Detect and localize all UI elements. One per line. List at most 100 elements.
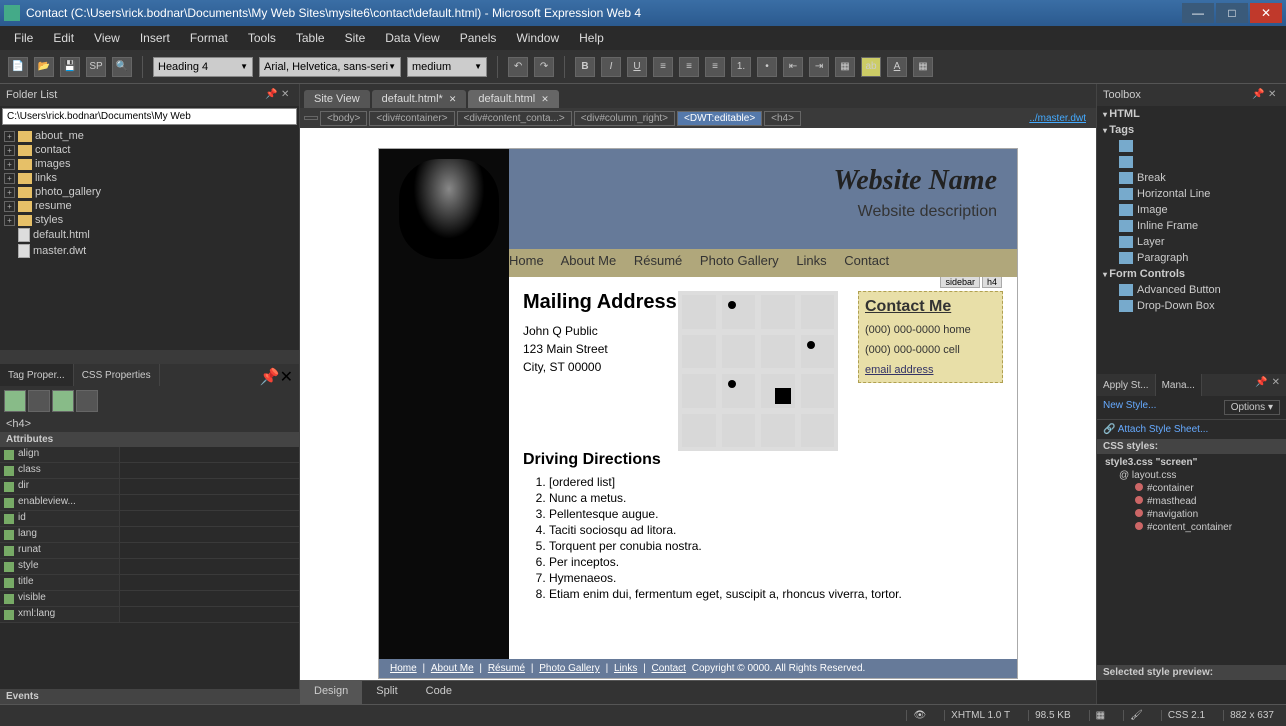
list-item[interactable]: Taciti sociosqu ad litora.: [549, 523, 1003, 537]
highlight-icon[interactable]: ab: [861, 57, 881, 77]
menu-help[interactable]: Help: [571, 28, 612, 48]
design-tab[interactable]: Design: [300, 681, 362, 704]
sidebar-tag-label[interactable]: sidebar: [940, 277, 980, 288]
toolbox-section[interactable]: HTML: [1097, 106, 1286, 122]
list-item[interactable]: Per inceptos.: [549, 555, 1003, 569]
options-button[interactable]: Options ▾: [1224, 400, 1280, 415]
attr-row[interactable]: runat: [0, 543, 299, 559]
style-item[interactable]: #masthead: [1101, 495, 1282, 508]
tree-item[interactable]: master.dwt: [4, 243, 295, 259]
show-set-icon[interactable]: [52, 390, 74, 412]
tab-default-html-1[interactable]: default.html*✕: [372, 90, 467, 108]
tree-item[interactable]: default.html: [4, 227, 295, 243]
attr-row[interactable]: dir: [0, 479, 299, 495]
table-icon[interactable]: ▦: [913, 57, 933, 77]
bc-column[interactable]: <div#column_right>: [574, 111, 675, 126]
attributes-grid[interactable]: alignclassdirenableview...idlangrunatsty…: [0, 447, 299, 689]
status-mode-icon[interactable]: ▦: [1089, 710, 1111, 721]
toolbox-item[interactable]: Advanced Button: [1097, 282, 1286, 298]
maximize-button[interactable]: □: [1216, 3, 1248, 23]
borders-icon[interactable]: ▦: [835, 57, 855, 77]
status-doctype[interactable]: XHTML 1.0 T: [944, 710, 1016, 721]
sidebar-phone-home[interactable]: (000) 000-0000 home: [865, 324, 996, 336]
footer-gallery[interactable]: Photo Gallery: [539, 663, 600, 674]
design-surface[interactable]: Website Name Website description Home Ab…: [300, 128, 1096, 680]
tab-css-properties[interactable]: CSS Properties: [74, 364, 160, 386]
underline-icon[interactable]: U: [627, 57, 647, 77]
list-item[interactable]: Etiam enim dui, fermentum eget, suscipit…: [549, 587, 1003, 601]
toolbox-item[interactable]: Horizontal Line: [1097, 186, 1286, 202]
indent-icon[interactable]: ⇥: [809, 57, 829, 77]
tab-manage-styles[interactable]: Mana...: [1156, 374, 1202, 396]
nav-about[interactable]: About Me: [561, 253, 617, 268]
attr-row[interactable]: lang: [0, 527, 299, 543]
sp-icon[interactable]: SP: [86, 57, 106, 77]
toolbox-item[interactable]: Inline Frame: [1097, 218, 1286, 234]
events-icon[interactable]: [76, 390, 98, 412]
footer-resume[interactable]: Résumé: [488, 663, 525, 674]
toolbox-item[interactable]: Drop-Down Box: [1097, 298, 1286, 314]
footer-home[interactable]: Home: [390, 663, 417, 674]
folder-tree[interactable]: +about_me+contact+images+links+photo_gal…: [0, 127, 299, 350]
outdent-icon[interactable]: ⇤: [783, 57, 803, 77]
new-icon[interactable]: 📄: [8, 57, 28, 77]
font-select[interactable]: Arial, Helvetica, sans-seri▼: [259, 57, 401, 77]
list-item[interactable]: Torquent per conubia nostra.: [549, 539, 1003, 553]
scrollbar-horizontal[interactable]: [0, 350, 299, 364]
sidebar-editable[interactable]: sidebarh4 Contact Me (000) 000-0000 home…: [858, 291, 1003, 383]
style-select[interactable]: Heading 4▼: [153, 57, 253, 77]
toolbox-item[interactable]: Layer: [1097, 234, 1286, 250]
close-panel-icon[interactable]: ✕: [281, 89, 293, 101]
close-panel-icon[interactable]: ✕: [1272, 377, 1280, 393]
bc-h4[interactable]: <h4>: [764, 111, 801, 126]
attr-row[interactable]: visible: [0, 591, 299, 607]
attach-stylesheet-link[interactable]: 🔗 Attach Style Sheet...: [1097, 420, 1286, 439]
list-item[interactable]: Hymenaeos.: [549, 571, 1003, 585]
footer-links[interactable]: Links: [614, 663, 637, 674]
code-tab[interactable]: Code: [412, 681, 466, 704]
menu-panels[interactable]: Panels: [452, 28, 505, 48]
menu-tools[interactable]: Tools: [240, 28, 284, 48]
tree-item[interactable]: +contact: [4, 143, 295, 157]
toolbox-section[interactable]: Form Controls: [1097, 266, 1286, 282]
bc-root[interactable]: [304, 116, 318, 120]
nav-resume[interactable]: Résumé: [634, 253, 682, 268]
align-right-icon[interactable]: ≡: [705, 57, 725, 77]
tree-item[interactable]: +about_me: [4, 129, 295, 143]
bc-dwt[interactable]: <DWT:editable>: [677, 111, 762, 126]
status-visual-aids-icon[interactable]: 👁: [906, 710, 932, 721]
attr-row[interactable]: title: [0, 575, 299, 591]
close-button[interactable]: ✕: [1250, 3, 1282, 23]
tree-item[interactable]: +photo_gallery: [4, 185, 295, 199]
font-color-icon[interactable]: A: [887, 57, 907, 77]
footer-about[interactable]: About Me: [431, 663, 474, 674]
tab-tag-properties[interactable]: Tag Proper...: [0, 364, 74, 386]
list-item[interactable]: [ordered list]: [549, 475, 1003, 489]
attr-row[interactable]: class: [0, 463, 299, 479]
menu-site[interactable]: Site: [337, 28, 374, 48]
bold-icon[interactable]: B: [575, 57, 595, 77]
menu-insert[interactable]: Insert: [132, 28, 178, 48]
nav-home[interactable]: Home: [509, 253, 544, 268]
attr-row[interactable]: enableview...: [0, 495, 299, 511]
style-item[interactable]: #container: [1101, 482, 1282, 495]
pin-icon[interactable]: 📌: [260, 369, 280, 386]
style-item[interactable]: style3.css "screen": [1101, 456, 1282, 469]
preview-icon[interactable]: 🔍: [112, 57, 132, 77]
attr-row[interactable]: xml:lang: [0, 607, 299, 623]
nav-links[interactable]: Links: [796, 253, 826, 268]
folder-path[interactable]: C:\Users\rick.bodnar\Documents\My Web: [2, 108, 297, 125]
attr-row[interactable]: style: [0, 559, 299, 575]
list-ol-icon[interactable]: 1.: [731, 57, 751, 77]
css-styles-tree[interactable]: style3.css "screen"@ layout.css#containe…: [1097, 454, 1286, 665]
list-item[interactable]: Nunc a metus.: [549, 491, 1003, 505]
align-center-icon[interactable]: ≡: [679, 57, 699, 77]
events-header[interactable]: Events: [0, 689, 299, 704]
sidebar-title[interactable]: Contact Me: [865, 298, 996, 316]
minimize-button[interactable]: —: [1182, 3, 1214, 23]
menu-edit[interactable]: Edit: [45, 28, 82, 48]
menu-window[interactable]: Window: [508, 28, 567, 48]
undo-icon[interactable]: ↶: [508, 57, 528, 77]
menu-table[interactable]: Table: [288, 28, 333, 48]
pin-icon[interactable]: 📌: [265, 89, 277, 101]
